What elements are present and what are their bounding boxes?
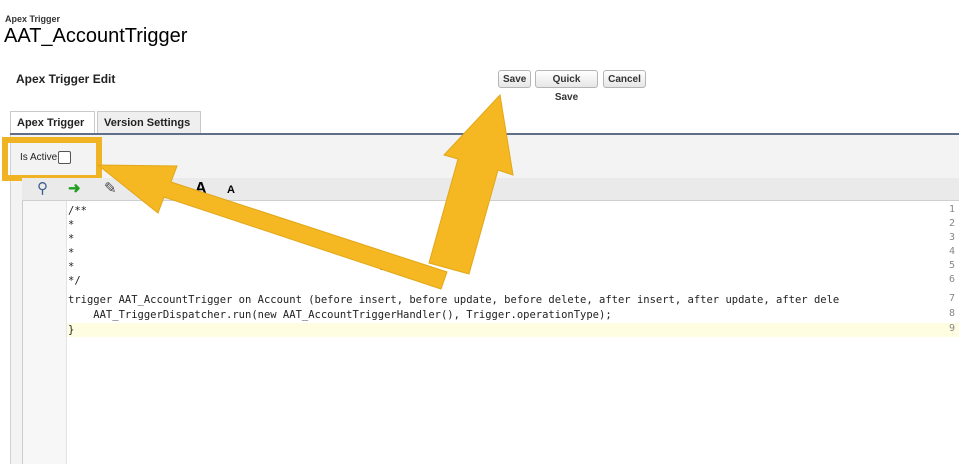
code-line: 1 /**	[23, 204, 959, 218]
line-number: 2	[948, 218, 955, 229]
code-line: 8 AAT_TriggerDispatcher.run(new AAT_Acco…	[23, 308, 959, 322]
line-number: 4	[948, 246, 955, 257]
go-to-line-icon[interactable]: ➜	[68, 180, 81, 198]
code-text: */	[68, 275, 81, 287]
breadcrumb: Apex Trigger	[5, 14, 61, 24]
save-button[interactable]: Save	[498, 70, 531, 88]
code-line: 2 *	[23, 218, 959, 232]
code-text: * t	[68, 261, 385, 273]
code-text: /**	[68, 205, 87, 217]
tab-apex-trigger[interactable]: Apex Trigger	[10, 111, 95, 133]
code-text: trigger AAT_AccountTrigger on Account (b…	[68, 294, 840, 306]
font-size-decrease-icon[interactable]: A	[227, 184, 235, 196]
section-title: Apex Trigger Edit	[16, 72, 116, 86]
pencil-icon[interactable]: ✎	[104, 180, 117, 198]
code-line: 3 *	[23, 232, 959, 246]
line-number: 3	[948, 232, 955, 243]
line-number: 9	[948, 323, 955, 334]
quick-save-button[interactable]: Quick Save	[535, 70, 598, 103]
line-number: 7	[948, 293, 955, 304]
line-number: 6	[948, 274, 955, 285]
code-editor[interactable]: 1 /** 2 * 3 * 4 * 5 * t 6 */ 7 trigger A…	[22, 201, 959, 464]
code-line: 9 }	[23, 323, 959, 337]
editor-toolbar: ⚲ ➜ ✎ A A	[22, 178, 959, 201]
tab-version-settings[interactable]: Version Settings	[97, 111, 201, 133]
code-text: *	[68, 233, 75, 245]
code-line: 7 trigger AAT_AccountTrigger on Account …	[23, 293, 959, 307]
code-line: 4 *	[23, 246, 959, 260]
line-number: 8	[948, 308, 955, 319]
search-icon[interactable]: ⚲	[37, 180, 48, 198]
font-size-increase-icon[interactable]: A	[195, 180, 207, 198]
code-text: *	[68, 219, 75, 231]
code-text: AAT_TriggerDispatcher.run(new AAT_Accoun…	[68, 309, 612, 321]
page-title: AAT_AccountTrigger	[4, 25, 188, 47]
code-line: 6 */	[23, 274, 959, 288]
annotation-highlight-box	[2, 137, 102, 181]
code-text: *	[68, 247, 75, 259]
code-line: 5 * t	[23, 260, 959, 274]
code-text: }	[68, 324, 75, 336]
cancel-button[interactable]: Cancel	[603, 70, 646, 88]
line-number: 5	[948, 260, 955, 271]
line-number: 1	[948, 204, 955, 215]
